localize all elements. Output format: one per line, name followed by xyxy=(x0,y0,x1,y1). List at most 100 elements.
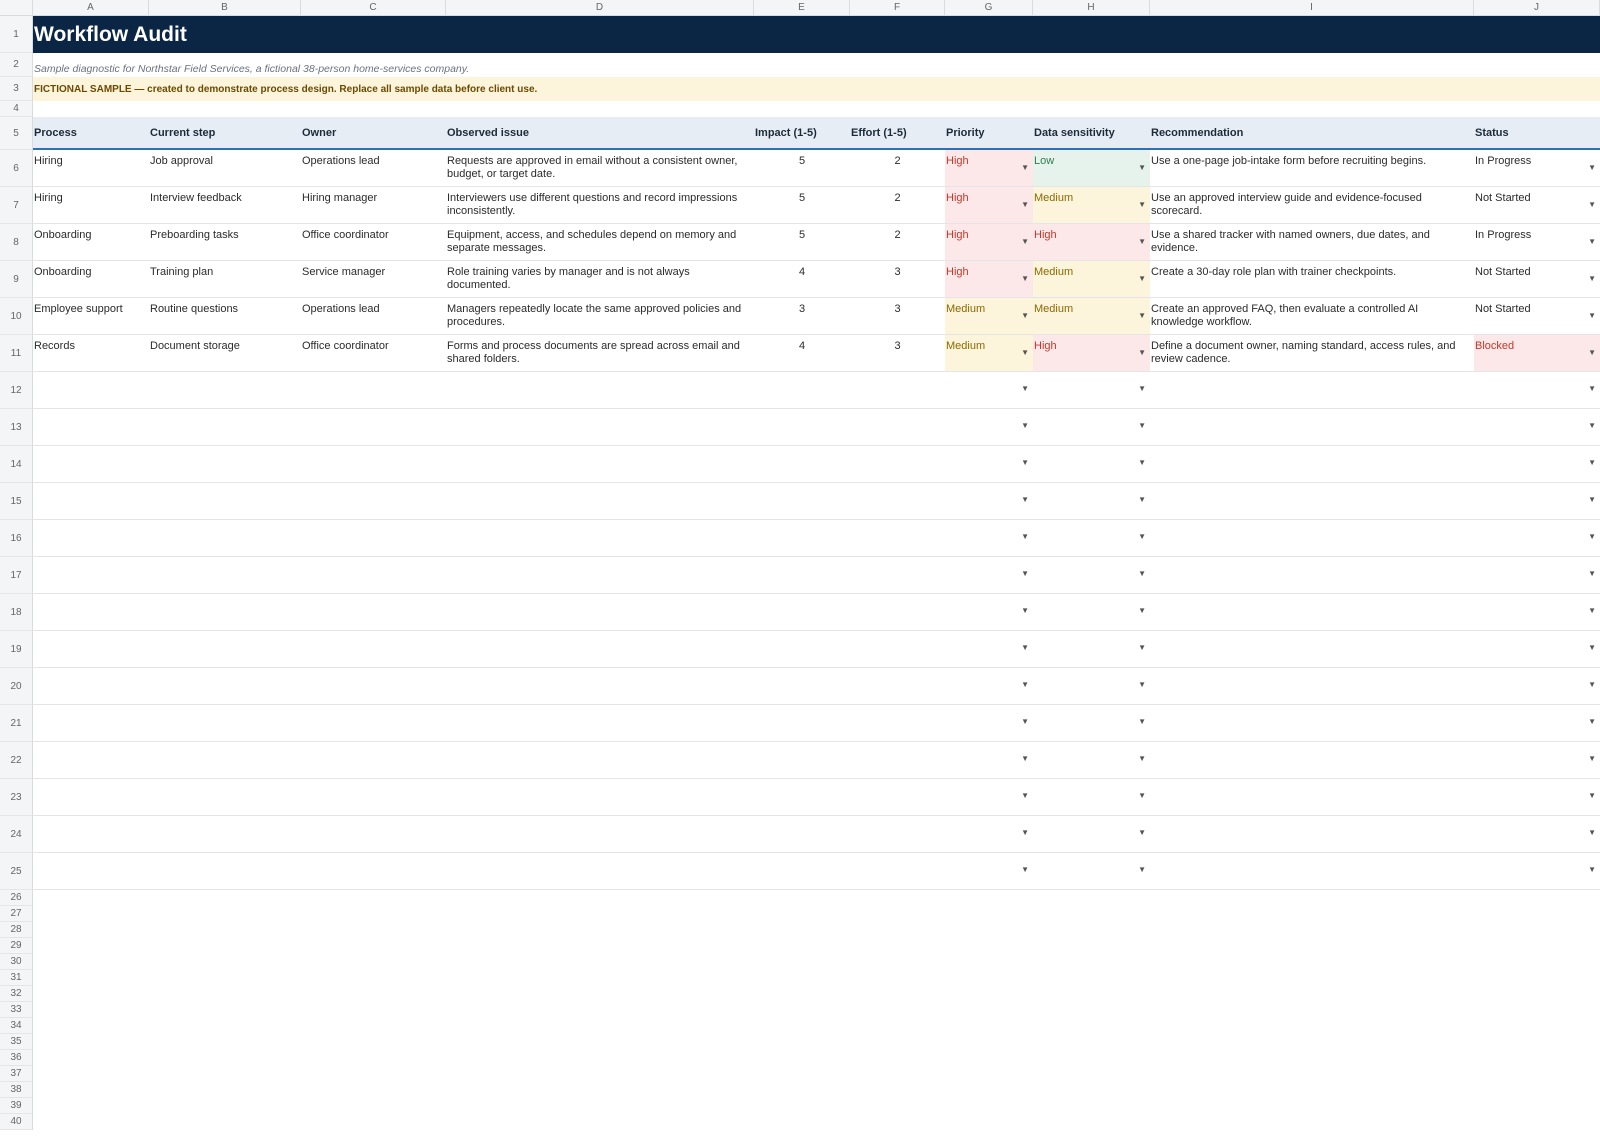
empty-cell[interactable] xyxy=(33,742,149,778)
row-number[interactable]: 18 xyxy=(0,594,32,631)
empty-cell[interactable] xyxy=(850,594,945,630)
empty-cell[interactable] xyxy=(149,520,301,556)
row-number[interactable]: 39 xyxy=(0,1098,32,1114)
empty-cell[interactable]: ▼ xyxy=(1033,594,1150,630)
row-number[interactable]: 24 xyxy=(0,816,32,853)
effort-cell[interactable]: 3 xyxy=(850,335,945,371)
recommendation-cell[interactable]: Use an approved interview guide and evid… xyxy=(1150,187,1474,223)
empty-cell[interactable] xyxy=(1150,483,1474,519)
empty-cell[interactable]: ▼ xyxy=(1033,520,1150,556)
empty-cell[interactable] xyxy=(33,520,149,556)
column-header-a[interactable]: A xyxy=(33,0,149,15)
chevron-down-icon[interactable]: ▼ xyxy=(1588,715,1596,728)
chevron-down-icon[interactable]: ▼ xyxy=(1021,493,1029,506)
impact-cell[interactable]: 5 xyxy=(754,150,850,186)
data-sensitivity-dropdown[interactable]: Medium ▼ xyxy=(1033,187,1150,223)
empty-cell[interactable]: ▼ xyxy=(945,705,1033,741)
empty-cell[interactable]: ▼ xyxy=(945,816,1033,852)
chevron-down-icon[interactable]: ▼ xyxy=(1588,752,1596,765)
empty-cell[interactable]: ▼ xyxy=(1033,816,1150,852)
empty-cell[interactable]: ▼ xyxy=(1033,779,1150,815)
header-effort[interactable]: Effort (1-5) xyxy=(850,117,945,148)
owner-cell[interactable]: Service manager xyxy=(301,261,446,297)
data-sensitivity-dropdown[interactable]: Medium ▼ xyxy=(1033,261,1150,297)
empty-cell[interactable] xyxy=(33,372,149,408)
row-number[interactable]: 5 xyxy=(0,117,32,150)
impact-cell[interactable]: 3 xyxy=(754,298,850,334)
empty-cell[interactable]: ▼ xyxy=(945,742,1033,778)
recommendation-cell[interactable]: Define a document owner, naming standard… xyxy=(1150,335,1474,371)
row-number[interactable]: 38 xyxy=(0,1082,32,1098)
row-number[interactable]: 26 xyxy=(0,890,32,906)
empty-cell[interactable] xyxy=(149,483,301,519)
data-sensitivity-dropdown[interactable]: Low ▼ xyxy=(1033,150,1150,186)
chevron-down-icon[interactable]: ▼ xyxy=(1138,715,1146,728)
empty-cell[interactable] xyxy=(850,631,945,667)
empty-cell[interactable]: ▼ xyxy=(1474,409,1600,445)
empty-cell[interactable] xyxy=(301,779,446,815)
chevron-down-icon[interactable]: ▼ xyxy=(1588,863,1596,876)
chevron-down-icon[interactable]: ▼ xyxy=(1588,789,1596,802)
chevron-down-icon[interactable]: ▼ xyxy=(1021,826,1029,839)
empty-cell[interactable]: ▼ xyxy=(1033,668,1150,704)
empty-cell[interactable] xyxy=(446,483,754,519)
effort-cell[interactable]: 2 xyxy=(850,150,945,186)
empty-cell[interactable]: ▼ xyxy=(1033,557,1150,593)
row-number[interactable]: 19 xyxy=(0,631,32,668)
priority-dropdown[interactable]: High ▼ xyxy=(945,150,1033,186)
empty-cell[interactable]: ▼ xyxy=(1474,483,1600,519)
empty-cell[interactable] xyxy=(149,668,301,704)
empty-cell[interactable]: ▼ xyxy=(945,779,1033,815)
empty-cell[interactable] xyxy=(850,742,945,778)
chevron-down-icon[interactable]: ▼ xyxy=(1588,456,1596,469)
chevron-down-icon[interactable]: ▼ xyxy=(1138,272,1146,285)
empty-cell[interactable] xyxy=(850,779,945,815)
row-number[interactable]: 35 xyxy=(0,1034,32,1050)
process-cell[interactable]: Employee support xyxy=(33,298,149,334)
chevron-down-icon[interactable]: ▼ xyxy=(1588,272,1596,285)
header-process[interactable]: Process xyxy=(33,117,149,148)
owner-cell[interactable]: Operations lead xyxy=(301,150,446,186)
column-header-e[interactable]: E xyxy=(754,0,850,15)
empty-cell[interactable]: ▼ xyxy=(945,631,1033,667)
empty-cell[interactable]: ▼ xyxy=(1474,372,1600,408)
chevron-down-icon[interactable]: ▼ xyxy=(1138,567,1146,580)
priority-dropdown[interactable]: High ▼ xyxy=(945,224,1033,260)
empty-cell[interactable]: ▼ xyxy=(1474,631,1600,667)
chevron-down-icon[interactable]: ▼ xyxy=(1021,567,1029,580)
empty-row[interactable] xyxy=(33,101,1600,117)
empty-cell[interactable] xyxy=(446,594,754,630)
chevron-down-icon[interactable]: ▼ xyxy=(1138,863,1146,876)
empty-cell[interactable] xyxy=(301,446,446,482)
data-sensitivity-dropdown[interactable]: High ▼ xyxy=(1033,224,1150,260)
notice-banner[interactable]: FICTIONAL SAMPLE — created to demonstrat… xyxy=(33,77,1600,101)
empty-cell[interactable]: ▼ xyxy=(1033,631,1150,667)
empty-cell[interactable] xyxy=(1150,520,1474,556)
empty-cell[interactable]: ▼ xyxy=(945,483,1033,519)
empty-cell[interactable] xyxy=(1150,779,1474,815)
row-number[interactable]: 31 xyxy=(0,970,32,986)
empty-cell[interactable]: ▼ xyxy=(1033,853,1150,889)
empty-cell[interactable] xyxy=(850,816,945,852)
empty-cell[interactable] xyxy=(754,853,850,889)
current-step-cell[interactable]: Document storage xyxy=(149,335,301,371)
empty-cell[interactable] xyxy=(33,631,149,667)
effort-cell[interactable]: 3 xyxy=(850,261,945,297)
chevron-down-icon[interactable]: ▼ xyxy=(1138,456,1146,469)
empty-cell[interactable] xyxy=(301,816,446,852)
empty-cell[interactable] xyxy=(33,779,149,815)
empty-cell[interactable] xyxy=(850,409,945,445)
row-number[interactable]: 2 xyxy=(0,53,32,77)
empty-cell[interactable] xyxy=(1150,409,1474,445)
empty-cell[interactable] xyxy=(33,816,149,852)
current-step-cell[interactable]: Routine questions xyxy=(149,298,301,334)
column-header-g[interactable]: G xyxy=(945,0,1033,15)
chevron-down-icon[interactable]: ▼ xyxy=(1021,419,1029,432)
chevron-down-icon[interactable]: ▼ xyxy=(1588,346,1596,359)
empty-cell[interactable] xyxy=(850,520,945,556)
empty-cell[interactable] xyxy=(33,853,149,889)
chevron-down-icon[interactable]: ▼ xyxy=(1021,309,1029,322)
status-dropdown[interactable]: Not Started ▼ xyxy=(1474,298,1600,334)
row-number[interactable]: 12 xyxy=(0,372,32,409)
empty-cell[interactable] xyxy=(850,705,945,741)
